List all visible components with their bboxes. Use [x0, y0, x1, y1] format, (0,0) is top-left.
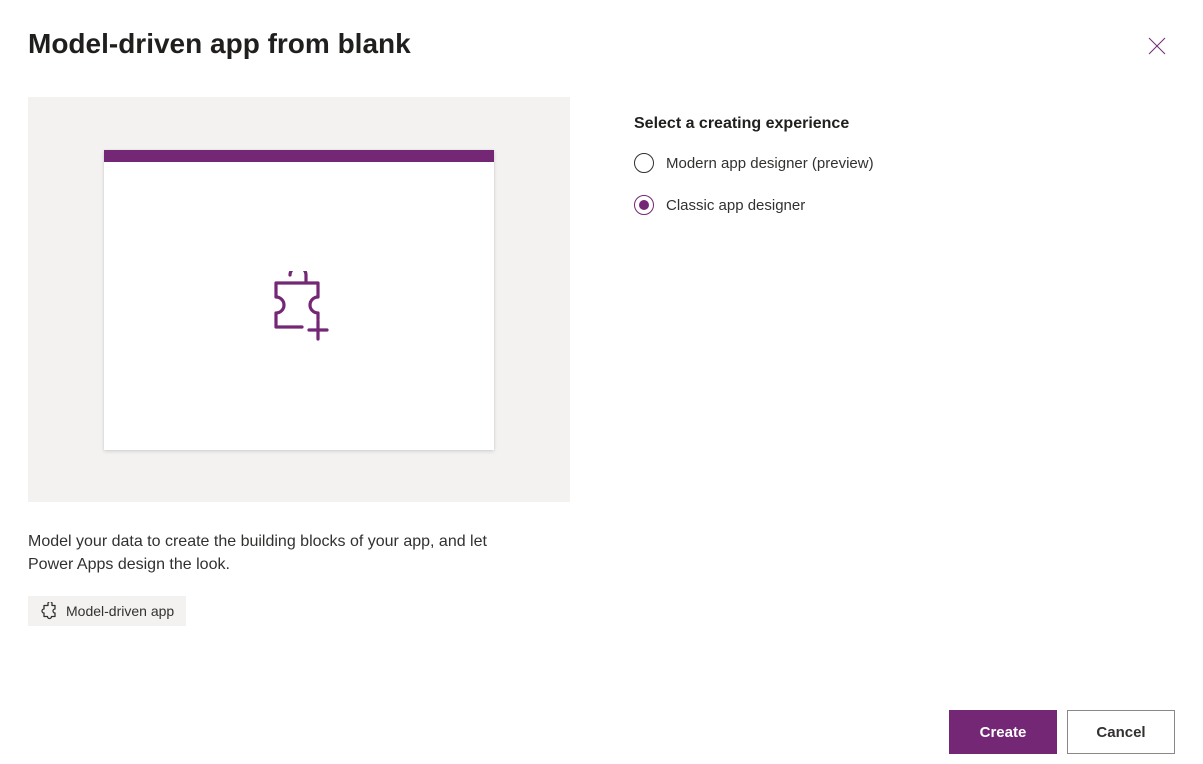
close-icon [1147, 36, 1167, 56]
app-type-tag: Model-driven app [28, 596, 186, 626]
puzzle-add-icon [260, 271, 338, 341]
preview-window [104, 150, 494, 450]
create-button[interactable]: Create [949, 710, 1057, 754]
radio-icon-selected [634, 195, 654, 215]
cancel-button[interactable]: Cancel [1067, 710, 1175, 754]
radio-icon [634, 153, 654, 173]
dialog-title: Model-driven app from blank [28, 28, 411, 60]
tag-label: Model-driven app [66, 603, 174, 619]
radio-option-classic[interactable]: Classic app designer [634, 195, 874, 215]
preview-panel [28, 97, 570, 502]
description-text: Model your data to create the building b… [28, 530, 528, 576]
close-button[interactable] [1139, 28, 1175, 67]
radio-dot-icon [639, 200, 649, 210]
radio-label-modern: Modern app designer (preview) [666, 155, 874, 172]
preview-title-bar [104, 150, 494, 162]
radio-option-modern[interactable]: Modern app designer (preview) [634, 153, 874, 173]
puzzle-icon [40, 602, 58, 620]
radio-label-classic: Classic app designer [666, 197, 805, 214]
section-label: Select a creating experience [634, 115, 874, 133]
